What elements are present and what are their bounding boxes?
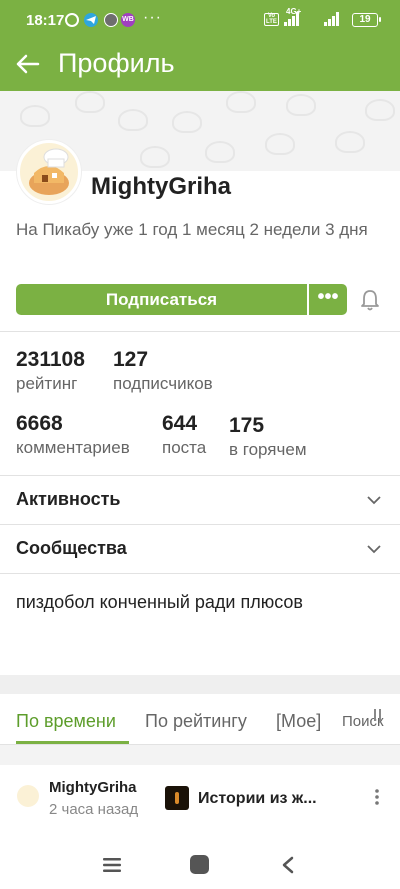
- activity-label: Активность: [16, 489, 121, 509]
- status-bar: 18:17 WB ··· Vo LTE 4G+ 19: [0, 0, 400, 40]
- wb-icon: WB: [121, 13, 135, 27]
- volte-icon: Vo LTE: [264, 13, 279, 26]
- divider: [0, 331, 400, 332]
- post-time: 2 часа назад: [49, 801, 139, 818]
- alarm-icon: [65, 13, 79, 27]
- communities-row[interactable]: Сообщества: [0, 525, 400, 573]
- member-since-text: На Пикабу уже 1 год 1 месяц 2 недели 3 д…: [16, 220, 368, 239]
- rating-value: 231108: [16, 348, 85, 371]
- hot-value: 175: [229, 414, 265, 437]
- app-bar: 18:17 WB ··· Vo LTE 4G+ 19 Профиль: [0, 0, 400, 91]
- page-title: Профиль: [58, 48, 175, 78]
- signal-icon-2: [324, 12, 339, 26]
- username: MightyGriha: [91, 173, 232, 200]
- tab-by-rating[interactable]: По рейтингу: [145, 711, 247, 732]
- chevron-down-icon: [367, 545, 381, 554]
- divider: [0, 573, 400, 574]
- communities-label: Сообщества: [16, 538, 127, 558]
- section-gap: [0, 745, 400, 765]
- tab-by-time[interactable]: По времени: [16, 711, 116, 732]
- more-notifications-icon: ···: [143, 9, 162, 26]
- comments-label[interactable]: комментариев: [16, 438, 130, 458]
- home-icon[interactable]: [190, 855, 209, 874]
- telegram-icon: [84, 13, 98, 27]
- chevron-down-icon: [367, 496, 381, 505]
- more-options-button[interactable]: •••: [309, 284, 347, 315]
- comments-value[interactable]: 6668: [16, 412, 63, 436]
- post-author[interactable]: MightyGriha: [49, 779, 137, 796]
- battery-icon: 19: [352, 13, 381, 27]
- more-vertical-icon[interactable]: [374, 788, 380, 806]
- signal-icon: [284, 12, 299, 26]
- subscribe-button[interactable]: Подписаться: [16, 284, 307, 315]
- system-nav-bar: [0, 843, 400, 889]
- tab-mine[interactable]: [Мое]: [276, 711, 321, 732]
- status-time: 18:17: [26, 12, 65, 29]
- community-name[interactable]: Истории из ж...: [198, 790, 317, 808]
- posts-label: поста: [162, 438, 207, 457]
- app-notification-icon: [104, 13, 118, 27]
- back-icon[interactable]: [281, 856, 295, 874]
- community-avatar[interactable]: [165, 786, 189, 810]
- section-gap: [0, 675, 400, 694]
- subscribers-label[interactable]: подписчиков: [113, 374, 213, 394]
- bell-icon[interactable]: [359, 288, 381, 312]
- back-arrow-icon[interactable]: [14, 50, 44, 78]
- posts-value: 644: [162, 412, 198, 435]
- profile-bio: пиздобол конченный ради плюсов: [16, 592, 303, 612]
- recent-apps-icon[interactable]: [102, 857, 122, 873]
- filter-icon[interactable]: [372, 708, 388, 722]
- subscribers-value[interactable]: 127: [113, 348, 148, 372]
- activity-row[interactable]: Активность: [0, 476, 400, 524]
- avatar-image: [29, 148, 69, 195]
- hot-label: в горячем: [229, 440, 307, 459]
- rating-label: рейтинг: [16, 374, 78, 393]
- avatar[interactable]: [17, 140, 81, 204]
- post-author-avatar[interactable]: [17, 785, 39, 807]
